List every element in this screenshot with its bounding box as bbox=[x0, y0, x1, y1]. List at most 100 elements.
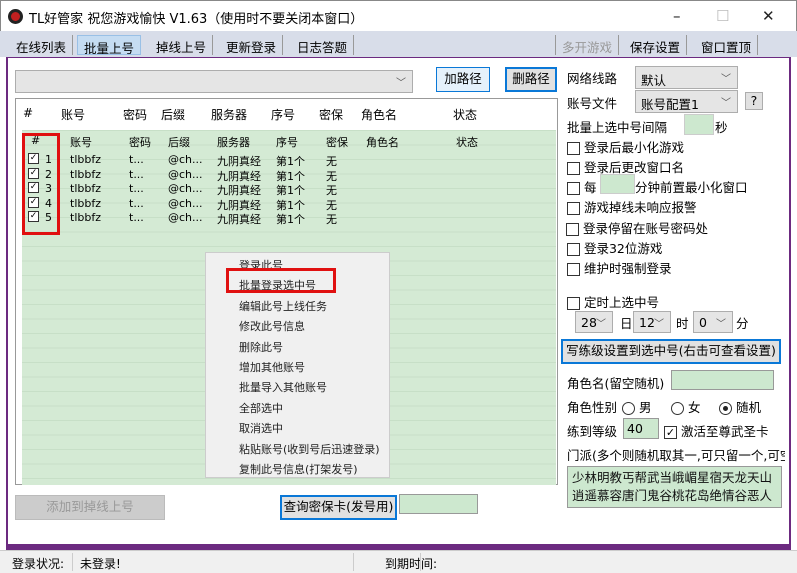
multi-open-button[interactable]: 多开游戏 bbox=[555, 35, 620, 55]
radio-label: 女 bbox=[687, 400, 701, 415]
table-row[interactable]: ✓ 4 tlbbfz t... @ch... 九阴真经 第1个无 bbox=[22, 196, 556, 212]
col-header[interactable]: 序号 bbox=[271, 106, 295, 123]
tab-batch-login[interactable]: 批量上号 bbox=[77, 35, 142, 56]
help-button[interactable]: ? bbox=[745, 92, 763, 110]
gender-female[interactable]: 女 bbox=[671, 397, 701, 416]
context-menu-item[interactable]: 编辑此号上线任务 bbox=[239, 298, 327, 314]
tab-online-list[interactable]: 在线列表 bbox=[10, 35, 74, 55]
add-path-button[interactable]: 加路径 bbox=[436, 67, 490, 92]
hour-select[interactable]: 12 ﹀ bbox=[633, 311, 671, 333]
checkbox[interactable] bbox=[567, 243, 580, 256]
gender-random[interactable]: 随机 bbox=[719, 397, 761, 416]
save-settings-button[interactable]: 保存设置 bbox=[624, 35, 688, 55]
option-every-minutes[interactable]: 每 bbox=[567, 177, 597, 196]
tab-offline-login[interactable]: 掉线上号 bbox=[150, 35, 214, 55]
sect-textarea[interactable]: 少林明教丐帮武当峨嵋星宿天龙天山逍遥慕容唐门鬼谷桃花岛绝情谷恶人谷 bbox=[567, 466, 782, 508]
role-name-input[interactable] bbox=[671, 370, 774, 390]
checkbox[interactable] bbox=[566, 223, 579, 236]
context-menu-item[interactable]: 取消选中 bbox=[239, 420, 283, 436]
table-row[interactable]: ✓ 3 tlbbfz t... @ch... 九阴真经 第1个无 bbox=[22, 181, 556, 197]
option-label: 每 bbox=[583, 180, 597, 195]
option-label: 维护时强制登录 bbox=[583, 261, 672, 276]
col-header[interactable]: 状态 bbox=[453, 106, 477, 123]
level-input[interactable]: 40 bbox=[623, 418, 659, 439]
hour-value: 12 bbox=[639, 315, 655, 330]
network-select[interactable]: 默认 ﹀ bbox=[635, 66, 738, 89]
cell-suffix: @ch... bbox=[168, 153, 203, 166]
col-header[interactable]: # bbox=[23, 106, 33, 120]
maximize-icon[interactable]: ☐ bbox=[716, 7, 729, 25]
context-menu-item[interactable]: 增加其他账号 bbox=[239, 359, 305, 375]
pin-window-button[interactable]: 窗口置顶 bbox=[695, 35, 759, 55]
login-status-label: 登录状况: bbox=[12, 557, 65, 571]
write-level-settings-button[interactable]: 写练级设置到选中号(右击可查看设置) bbox=[561, 339, 781, 364]
checkbox[interactable] bbox=[567, 142, 580, 155]
minute-select[interactable]: 0 ﹀ bbox=[693, 311, 733, 333]
option-offline-alarm[interactable]: 游戏掉线未响应报警 bbox=[567, 197, 697, 216]
chevron-down-icon: ﹀ bbox=[721, 74, 731, 85]
radio[interactable] bbox=[671, 402, 684, 415]
path-combo[interactable]: ﹀ bbox=[15, 70, 413, 93]
account-file-label: 账号文件 bbox=[567, 96, 618, 111]
account-file-select[interactable]: 账号配置1 ﹀ bbox=[635, 90, 738, 113]
context-menu-item[interactable]: 修改此号信息 bbox=[239, 318, 305, 334]
cell-password: t... bbox=[129, 182, 144, 195]
highlight-box bbox=[226, 268, 336, 293]
context-menu-item[interactable]: 删除此号 bbox=[239, 339, 283, 355]
checkbox[interactable] bbox=[567, 162, 580, 175]
radio-label: 随机 bbox=[735, 400, 761, 415]
col-header[interactable]: 服务器 bbox=[211, 106, 247, 123]
add-to-offline-button[interactable]: 添加到掉线上号 bbox=[15, 495, 165, 520]
option-force-login[interactable]: 维护时强制登录 bbox=[567, 258, 672, 277]
radio[interactable] bbox=[719, 402, 732, 415]
cell-password: t... bbox=[129, 196, 144, 210]
option-32bit[interactable]: 登录32位游戏 bbox=[567, 238, 662, 257]
table-row[interactable]: ✓ 5 tlbbfz t... @ch... 九阴真经 第1个无 bbox=[22, 210, 556, 226]
option-stay-at-login[interactable]: 登录停留在账号密码处 bbox=[566, 218, 708, 237]
day-select[interactable]: 28 ﹀ bbox=[575, 311, 613, 333]
query-mibao-button[interactable]: 查询密保卡(发号用) bbox=[280, 495, 397, 520]
minute-value: 0 bbox=[699, 315, 707, 330]
network-label: 网络线路 bbox=[567, 71, 618, 86]
cell-suffix: @ch... bbox=[168, 196, 203, 210]
tab-log-quiz[interactable]: 日志答题 bbox=[291, 35, 355, 55]
gender-male[interactable]: 男 bbox=[622, 397, 652, 416]
cell-account: tlbbfz bbox=[70, 211, 101, 224]
window-title: TL好管家 祝您游戏愉快 V1.63（使用时不要关闭本窗口） bbox=[29, 12, 364, 27]
col-header[interactable]: 后缀 bbox=[161, 106, 185, 123]
checkbox[interactable] bbox=[567, 263, 580, 276]
chevron-down-icon: ﹀ bbox=[716, 319, 726, 330]
checkbox[interactable]: ✓ bbox=[664, 426, 677, 439]
delete-path-button[interactable]: 删路径 bbox=[505, 67, 557, 92]
interval-input[interactable] bbox=[684, 114, 714, 135]
col-header[interactable]: 角色名 bbox=[361, 106, 397, 123]
activate-card-option[interactable]: ✓ 激活至尊武圣卡 bbox=[664, 421, 769, 440]
radio[interactable] bbox=[622, 402, 635, 415]
login-status-value: 未登录! bbox=[80, 557, 121, 571]
context-menu-item[interactable]: 粘贴账号(收到号后迅速登录) bbox=[239, 441, 380, 457]
cell-account: tlbbfz bbox=[70, 182, 101, 195]
cell-seq: 第1个 bbox=[276, 213, 305, 226]
close-icon[interactable]: ✕ bbox=[762, 7, 775, 25]
col-header[interactable]: 密码 bbox=[123, 106, 147, 123]
option-minimize-game[interactable]: 登录后最小化游戏 bbox=[567, 137, 684, 156]
col-header[interactable]: 账号 bbox=[61, 106, 85, 123]
context-menu-item[interactable]: 全部选中 bbox=[239, 400, 283, 416]
table-row[interactable]: ✓ 2 tlbbfz t... @ch... 九阴真经 第1个无 bbox=[22, 167, 556, 183]
sect-label: 门派(多个则随机取其一,可只留一个,可空 bbox=[567, 448, 785, 463]
every-minutes-input[interactable] bbox=[600, 174, 635, 194]
context-menu-item[interactable]: 批量导入其他账号 bbox=[239, 379, 327, 395]
checkbox[interactable] bbox=[567, 182, 580, 195]
cell-suffix: @ch... bbox=[168, 167, 203, 181]
col-header[interactable]: 密保 bbox=[319, 106, 343, 123]
tab-update-login[interactable]: 更新登录 bbox=[220, 35, 284, 55]
query-input[interactable] bbox=[399, 494, 478, 514]
checkbox[interactable] bbox=[567, 297, 580, 310]
option-timed-login[interactable]: 定时上选中号 bbox=[567, 292, 659, 311]
context-menu-item[interactable]: 复制此号信息(打架发号) bbox=[239, 461, 358, 477]
cell-password: t... bbox=[129, 153, 144, 166]
checkbox[interactable] bbox=[567, 202, 580, 215]
network-value: 默认 bbox=[641, 73, 667, 88]
minimize-icon[interactable]: – bbox=[673, 7, 681, 25]
table-row[interactable]: ✓ 1 tlbbfz t... @ch... 九阴真经 第1个无 bbox=[22, 152, 556, 168]
